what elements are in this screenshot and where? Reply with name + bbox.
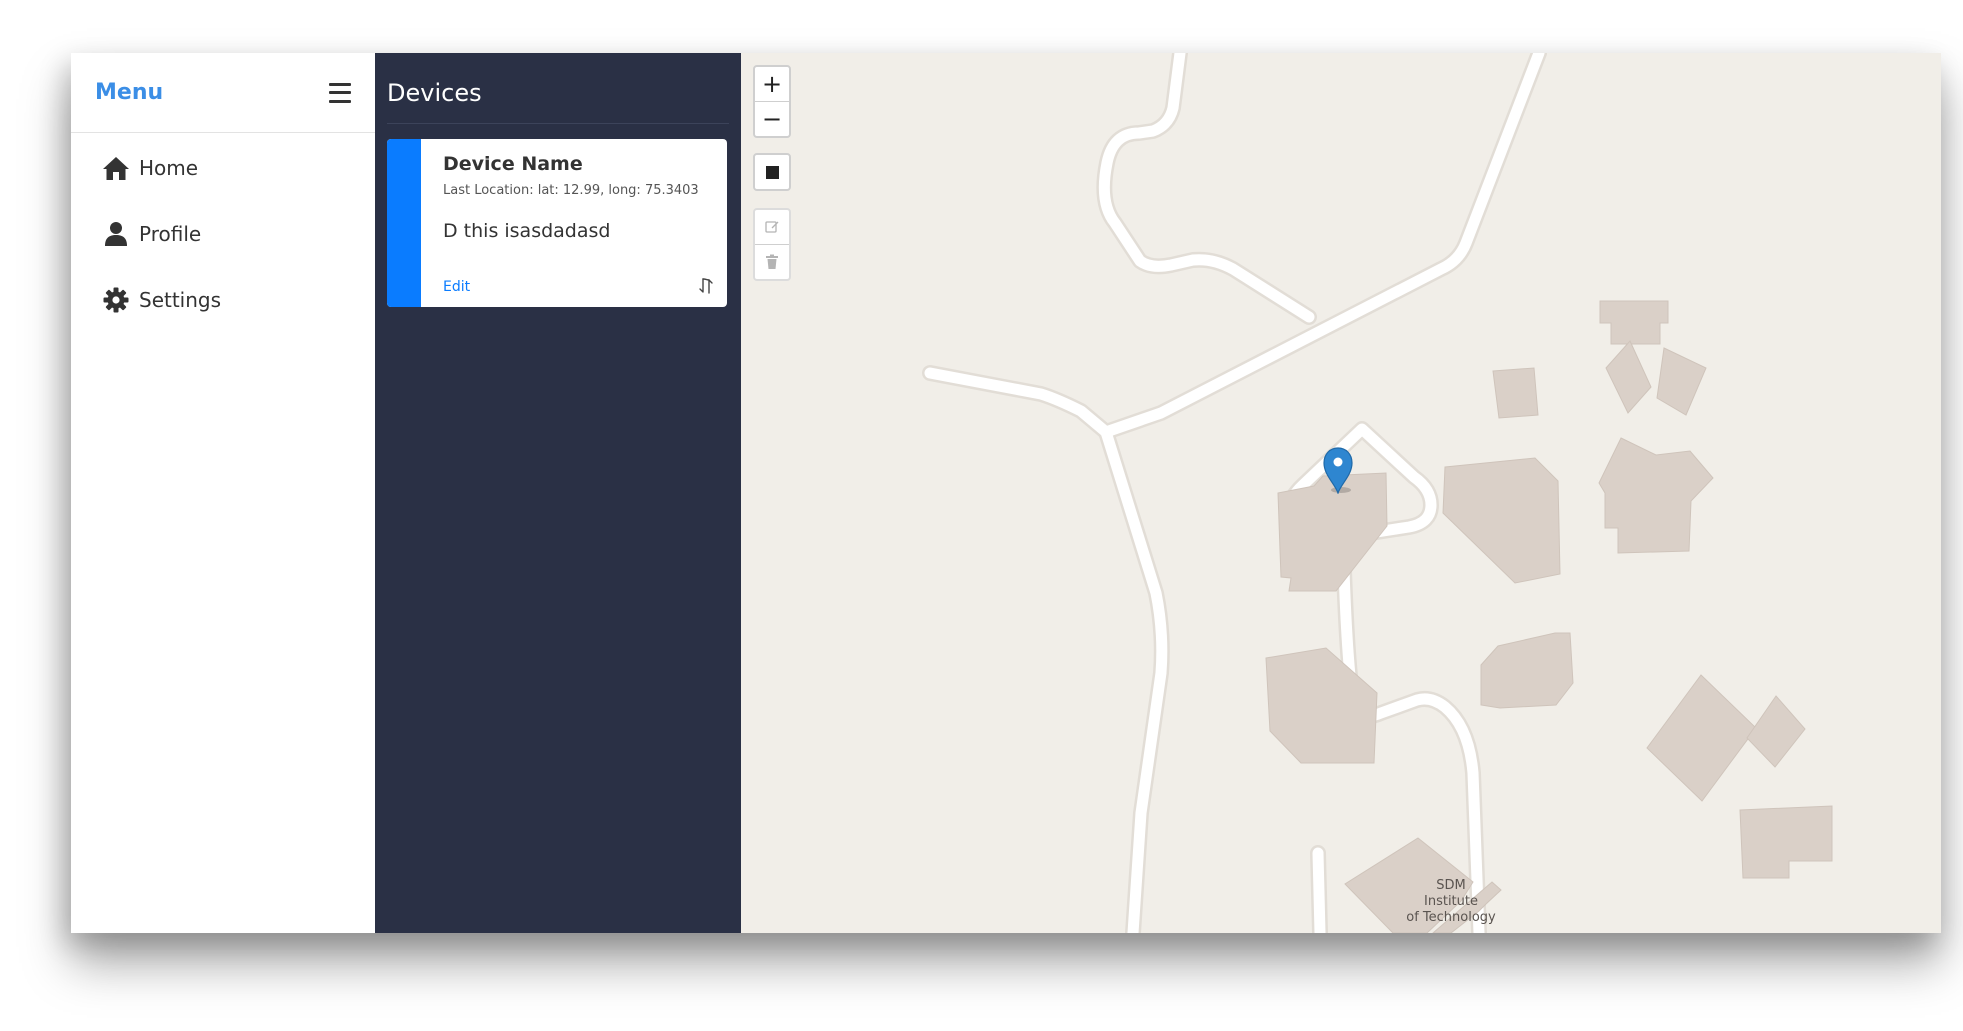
edit-control	[753, 208, 791, 281]
device-description: D this isasdadasd	[443, 220, 611, 242]
device-last-location: Last Location: lat: 12.99, long: 75.3403	[443, 183, 699, 198]
devices-panel: Devices Device Name Last Location: lat: …	[375, 53, 741, 933]
zoom-in-button[interactable]: +	[755, 67, 789, 101]
trash-icon	[766, 254, 778, 269]
map-label-line: SDM	[1436, 878, 1466, 893]
sync-icon[interactable]	[697, 277, 715, 295]
devices-title: Devices	[387, 53, 729, 124]
app-window: Menu Home Profile Settings Devices Devic…	[71, 53, 1941, 933]
hamburger-menu-icon[interactable]	[329, 82, 351, 103]
map-label-line: of Technology	[1406, 910, 1496, 925]
zoom-out-button[interactable]: −	[755, 101, 789, 136]
menu-item-settings[interactable]: Settings	[71, 267, 375, 333]
menu-item-label: Profile	[139, 222, 202, 246]
draw-rectangle-button[interactable]	[755, 155, 789, 189]
menu-header: Menu	[71, 53, 375, 133]
square-icon	[765, 165, 779, 179]
location-marker-icon[interactable]	[1321, 446, 1355, 498]
device-card[interactable]: Device Name Last Location: lat: 12.99, l…	[387, 139, 727, 307]
delete-layers-button[interactable]	[755, 244, 789, 279]
menu-item-profile[interactable]: Profile	[71, 201, 375, 267]
draw-control	[753, 153, 791, 191]
device-card-body: Device Name Last Location: lat: 12.99, l…	[443, 153, 715, 297]
gear-icon	[101, 285, 131, 315]
menu-item-label: Home	[139, 156, 199, 180]
map-place-label: SDM Institute of Technology	[1386, 878, 1516, 926]
device-name: Device Name	[443, 153, 583, 175]
menu-title: Menu	[95, 80, 164, 105]
menu-sidebar: Menu Home Profile Settings	[71, 53, 375, 933]
zoom-control: + −	[753, 65, 791, 138]
menu-item-home[interactable]: Home	[71, 135, 375, 201]
map-label-line: Institute	[1424, 894, 1478, 909]
edit-icon	[765, 221, 779, 233]
map-view[interactable]: + − SDM Institute of Technology	[741, 53, 1941, 933]
edit-link[interactable]: Edit	[443, 279, 470, 295]
menu-item-label: Settings	[139, 288, 222, 312]
edit-layers-button[interactable]	[755, 210, 789, 244]
home-icon	[101, 153, 131, 183]
device-card-accent	[387, 139, 421, 307]
user-icon	[101, 219, 131, 249]
